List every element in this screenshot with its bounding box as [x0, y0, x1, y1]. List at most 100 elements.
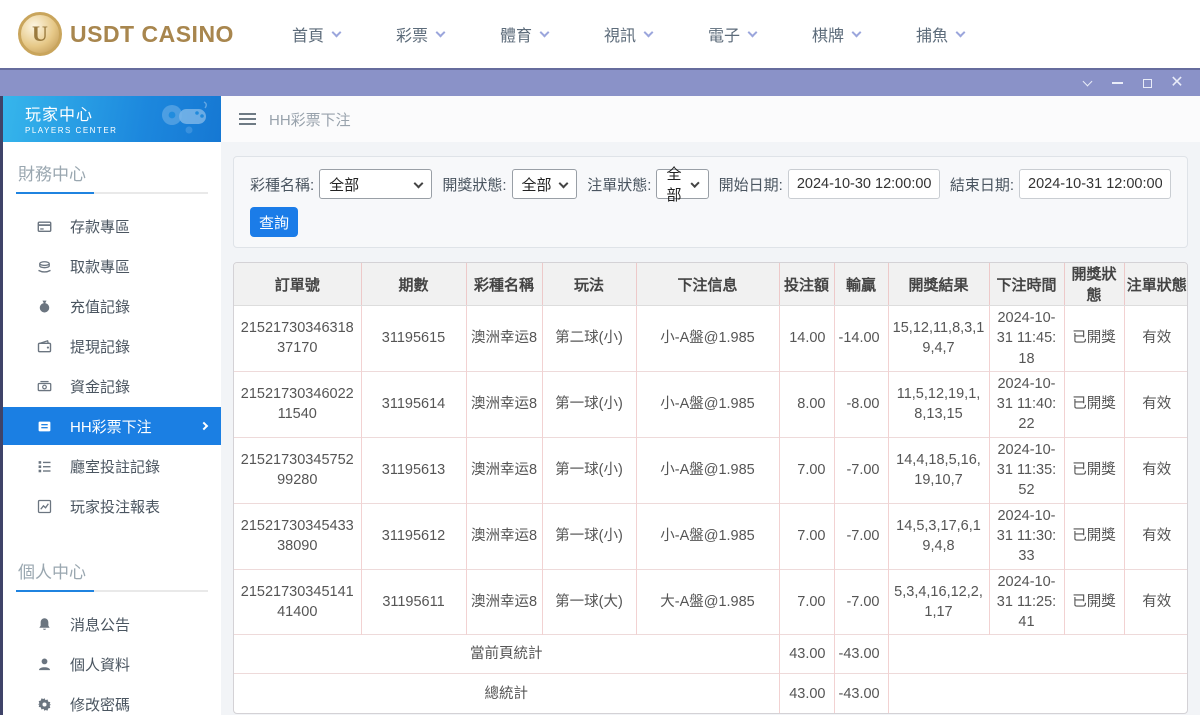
wallet-icon: [37, 339, 52, 354]
card-icon: [37, 219, 52, 234]
table-cell: 31195613: [360, 436, 466, 504]
table-cell: 第一球(小): [541, 502, 636, 570]
start-date-label: 開始日期:: [718, 176, 783, 194]
table-cell: 14,4,18,5,16,19,10,7: [887, 436, 989, 504]
end-date-input[interactable]: [1019, 169, 1171, 199]
nav-item[interactable]: 首頁: [291, 22, 342, 46]
filter-row: 彩種名稱: 全部 開獎狀態: 全部 注單狀態: 全部 開始日期: 2024-10…: [250, 166, 1171, 204]
sidebar-item[interactable]: 提現記錄: [3, 326, 221, 366]
summary-cell: 總統計: [234, 673, 779, 713]
window-controls: ✕: [1072, 71, 1192, 95]
sidebar-item[interactable]: HH彩票下注: [3, 407, 221, 445]
sidebar-item[interactable]: 修改密碼: [3, 684, 221, 715]
table-cell: 31195612: [360, 502, 466, 570]
moneybag-icon: [37, 299, 52, 314]
table-cell: 2152173034602211540: [234, 370, 361, 438]
sidebar-section-heading: 財務中心: [18, 165, 86, 184]
nav-item-label: 視訊: [604, 28, 637, 45]
top-nav: U USDT CASINO 首頁 彩票 體育 視訊 電子 棋牌 捕魚: [0, 0, 1200, 68]
chevron-down-icon: [539, 27, 550, 38]
nav-item[interactable]: 視訊: [604, 22, 654, 46]
summary-cell: -43.00: [833, 673, 888, 713]
sidebar-section: 個人中心消息公告個人資料 修改密碼: [3, 540, 221, 715]
sidebar-item[interactable]: 存款專區: [3, 206, 221, 246]
chevron-down-icon: [435, 27, 446, 38]
table-cell: 已開獎: [1063, 436, 1124, 504]
summary-cell: 當前頁統計: [234, 634, 779, 674]
table-cell: 15,12,11,8,3,19,4,7: [887, 305, 989, 372]
table-cell: 有效: [1123, 370, 1187, 438]
column-header: 下注信息: [635, 263, 779, 306]
window-dropdown-button[interactable]: [1072, 71, 1102, 95]
table-cell: 大-A盤@1.985: [635, 568, 779, 635]
sidebar-sections: 財務中心存款專區 取款專區 充值記錄 提現記錄 資金記錄 HH彩票下注廳室投註記錄玩家投注…: [3, 142, 221, 715]
nav-item-label: 彩票: [395, 28, 428, 45]
search-button[interactable]: 查詢: [250, 207, 298, 237]
sidebar-item[interactable]: 資金記錄: [3, 366, 221, 406]
table-cell: 第二球(小): [541, 305, 636, 372]
column-header: 投注額: [778, 263, 834, 306]
nav-item[interactable]: 捕魚: [916, 22, 966, 46]
bets-table: 訂單號 期數 彩種名稱 玩法 下注信息 投注額 輸贏 開獎結果 下注時間 開獎狀態 注單狀態 215…: [234, 263, 1187, 713]
nav-item[interactable]: 彩票: [395, 22, 446, 46]
sidebar-item[interactable]: 充值記錄: [3, 286, 221, 326]
lottery-name-select[interactable]: 全部: [319, 169, 433, 199]
window-minimize-button[interactable]: [1102, 71, 1132, 95]
summary-cell: 43.00: [778, 673, 834, 713]
minimize-icon: [1111, 82, 1123, 84]
sidebar-item-label: 消息公告: [70, 616, 131, 634]
nav-item[interactable]: 棋牌: [812, 22, 862, 46]
sidebar-item[interactable]: 取款專區: [3, 246, 221, 286]
end-date-label: 結束日期:: [949, 176, 1014, 194]
close-icon: ✕: [1170, 74, 1184, 91]
draw-status-select[interactable]: 全部: [511, 169, 578, 199]
table-cell: -7.00: [833, 568, 888, 635]
table-cell: 有效: [1123, 568, 1187, 635]
summary-row: 總統計 43.00 -43.00: [234, 673, 1187, 713]
summary-cell: [887, 634, 1187, 674]
table-cell: 11,5,12,19,1,8,13,15: [887, 370, 989, 438]
column-header: 下注時間: [988, 263, 1064, 306]
start-date-input[interactable]: [787, 169, 940, 199]
column-header: 開獎結果: [887, 263, 989, 306]
table-cell: 有效: [1123, 436, 1187, 504]
chevron-down-icon: [1082, 76, 1092, 87]
table-cell: -14.00: [833, 305, 888, 372]
table-cell: 已開獎: [1063, 568, 1124, 635]
column-header: 期數: [360, 263, 466, 306]
table-cell: 2024-10-31 11:40:22: [988, 370, 1064, 438]
nav-item[interactable]: 體育: [500, 22, 550, 46]
table-cell: 31195611: [360, 568, 466, 635]
sidebar-item[interactable]: 消息公告: [3, 604, 221, 644]
list-icon: [37, 459, 52, 474]
table-cell: 7.00: [778, 502, 834, 570]
table-cell: 7.00: [778, 436, 834, 504]
gear-icon: [37, 697, 52, 712]
sidebar-item[interactable]: 個人資料: [3, 644, 221, 684]
gamepad-icon: [162, 101, 207, 134]
order-status-select[interactable]: 全部: [656, 166, 709, 204]
table-row: 2152173034602211540 31195614 澳洲幸运8 第一球(小) 小-…: [234, 370, 1187, 438]
sidebar-item-label: 廳室投註記錄: [70, 458, 161, 476]
nav-item[interactable]: 電子: [708, 22, 758, 46]
table-cell: 31195615: [360, 305, 466, 372]
window-close-button[interactable]: ✕: [1162, 71, 1192, 95]
main-area: HH彩票下注 彩種名稱: 全部 開獎狀態: 全部 注單狀態: 全部 開始日期: …: [221, 96, 1200, 715]
nav-item-label: 首頁: [291, 28, 324, 45]
section-divider: [16, 590, 208, 592]
table-cell: 澳洲幸运8: [465, 436, 542, 504]
ticket-icon: [37, 419, 52, 434]
sidebar-item[interactable]: 廳室投註記錄: [3, 446, 221, 486]
sidebar-section-heading: 個人中心: [18, 563, 86, 582]
logo[interactable]: U USDT CASINO: [18, 12, 234, 56]
coin-logo-icon: U: [18, 12, 62, 56]
table-cell: 31195614: [360, 370, 466, 438]
logo-letter: U: [32, 21, 48, 46]
table-cell: 小-A盤@1.985: [635, 436, 779, 504]
table-cell: 第一球(小): [541, 436, 636, 504]
lottery-name-value: 全部: [329, 176, 360, 194]
sidebar-item[interactable]: 玩家投注報表: [3, 486, 221, 526]
hamburger-icon[interactable]: [239, 112, 256, 126]
window-maximize-button[interactable]: [1132, 71, 1162, 95]
section-divider: [16, 192, 208, 194]
